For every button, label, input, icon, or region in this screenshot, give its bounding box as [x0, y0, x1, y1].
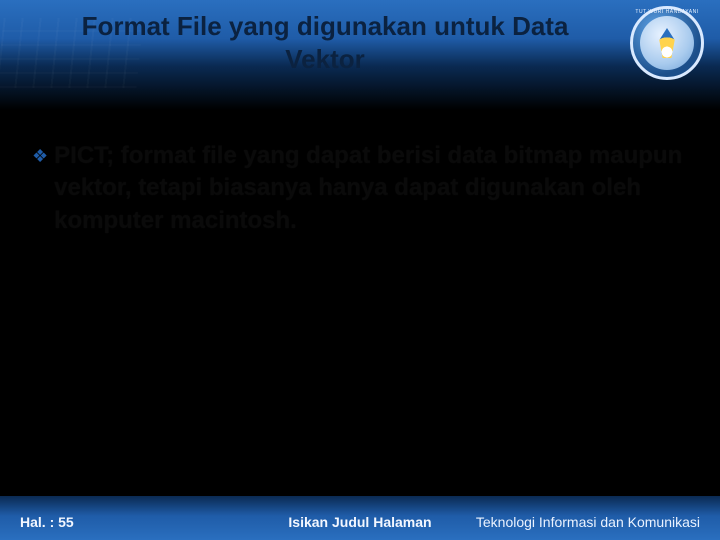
header-band: Format File yang digunakan untuk Data Ve…: [0, 0, 720, 110]
slide: Format File yang digunakan untuk Data Ve…: [0, 0, 720, 540]
logo-caption: TUT WURI HANDAYANI: [630, 9, 704, 15]
ministry-logo: TUT WURI HANDAYANI: [630, 6, 704, 80]
flame-icon: [656, 28, 678, 58]
footer-band: Hal. : 55 Isikan Judul Halaman Teknologi…: [0, 496, 720, 540]
diamond-bullet-icon: ❖: [32, 146, 48, 167]
logo-inner: [640, 16, 694, 70]
content-area: ❖ PICT; format file yang dapat berisi da…: [32, 140, 684, 237]
bullet-text: PICT; format file yang dapat berisi data…: [54, 140, 684, 237]
slide-title: Format File yang digunakan untuk Data Ve…: [50, 10, 600, 75]
footer-subject: Teknologi Informasi dan Komunikasi: [476, 514, 700, 530]
bullet-item: ❖ PICT; format file yang dapat berisi da…: [32, 140, 684, 237]
